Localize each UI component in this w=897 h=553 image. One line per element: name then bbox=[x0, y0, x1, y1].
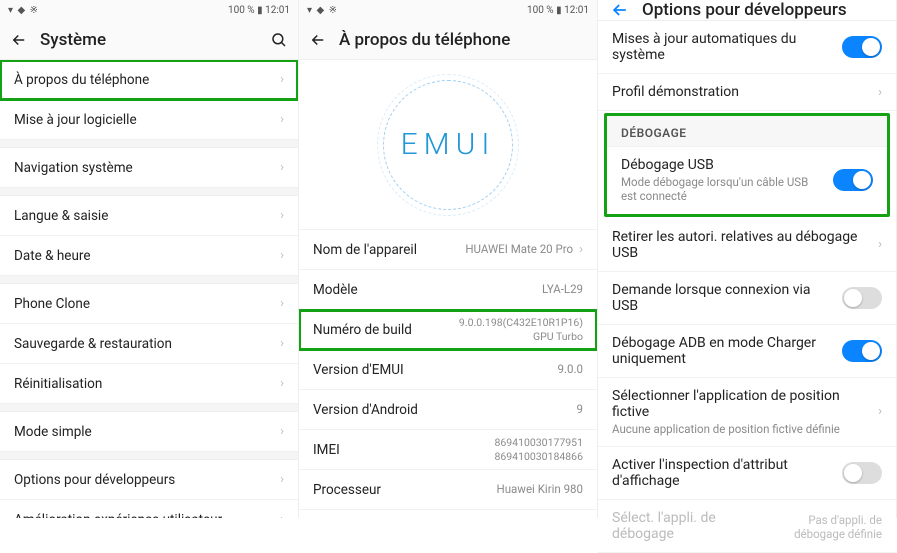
row-usb-debugging[interactable]: Débogage USB Mode débogage lorsqu'un câb… bbox=[607, 147, 887, 214]
section-header-debug: DÉBOGAGE bbox=[607, 116, 887, 147]
row-model: Modèle LYA-L29 bbox=[299, 270, 597, 310]
back-arrow-icon[interactable] bbox=[610, 0, 630, 20]
chevron-right-icon: › bbox=[280, 472, 284, 487]
chevron-right-icon: › bbox=[878, 237, 882, 252]
row-processor: Processeur Huawei Kirin 980 bbox=[299, 470, 597, 510]
toggle-auto-updates[interactable] bbox=[842, 36, 882, 58]
chevron-right-icon: › bbox=[280, 112, 284, 127]
chevron-right-icon: › bbox=[280, 160, 284, 175]
row-adb-charge-only[interactable]: Débogage ADB en mode Charger uniquement bbox=[598, 325, 896, 378]
toggle-view-attr[interactable] bbox=[842, 462, 882, 484]
screen-system: ▾ ◆ ※ 100 % ▮ 12:01 Système À propos du … bbox=[0, 0, 299, 518]
back-arrow-icon[interactable] bbox=[309, 31, 327, 49]
screen-about-phone: ▾ ◆ ※ 100 % ▮ 12:01 À propos du téléphon… bbox=[299, 0, 598, 518]
row-date-time[interactable]: Date & heure› bbox=[0, 236, 298, 276]
row-reset[interactable]: Réinitialisation› bbox=[0, 364, 298, 404]
row-ram: Mémoire RAM 6,0 Go bbox=[299, 510, 597, 518]
chevron-right-icon: › bbox=[280, 424, 284, 439]
emui-logo-area: EMUI bbox=[299, 60, 597, 230]
row-demo-profile[interactable]: Profil démonstration › bbox=[598, 74, 896, 111]
toggle-ask-usb[interactable] bbox=[842, 287, 882, 309]
list-separator bbox=[0, 276, 298, 284]
row-device-name[interactable]: Nom de l'appareil HUAWEI Mate 20 Pro› bbox=[299, 230, 597, 270]
chevron-right-icon: › bbox=[280, 208, 284, 223]
emui-logo-text: EMUI bbox=[401, 127, 496, 162]
row-revoke-usb-auth[interactable]: Retirer les autori. relatives au débogag… bbox=[598, 219, 896, 272]
row-mock-location-app[interactable]: Sélectionner l'application de position f… bbox=[598, 378, 896, 447]
screen-developer-options: Options pour développeurs Mises à jour a… bbox=[598, 0, 897, 518]
status-icons-left: ▾ ◆ ※ bbox=[8, 5, 39, 16]
row-developer-options[interactable]: Options pour développeurs› bbox=[0, 460, 298, 500]
toggle-usb-debug[interactable] bbox=[833, 169, 873, 191]
row-simple-mode[interactable]: Mode simple› bbox=[0, 412, 298, 452]
header: À propos du téléphone bbox=[299, 20, 597, 60]
chevron-right-icon: › bbox=[280, 336, 284, 351]
row-phone-clone[interactable]: Phone Clone› bbox=[0, 284, 298, 324]
chevron-right-icon: › bbox=[878, 404, 882, 419]
page-title: Options pour développeurs bbox=[642, 0, 847, 20]
row-imei: IMEI 869410030177951 869410030184866 bbox=[299, 430, 597, 470]
row-android-version: Version d'Android 9 bbox=[299, 390, 597, 430]
row-software-update[interactable]: Mise à jour logicielle› bbox=[0, 100, 298, 140]
header: Système bbox=[0, 20, 298, 60]
emui-circle: EMUI bbox=[383, 80, 513, 210]
page-title: À propos du téléphone bbox=[339, 30, 587, 50]
list-separator bbox=[0, 140, 298, 148]
status-bar: ▾ ◆ ※ 100 % ▮ 12:01 bbox=[299, 0, 597, 20]
header: Options pour développeurs bbox=[598, 0, 896, 21]
chevron-right-icon: › bbox=[280, 296, 284, 311]
row-system-navigation[interactable]: Navigation système› bbox=[0, 148, 298, 188]
list-separator bbox=[0, 404, 298, 412]
row-select-debug-app: Sélect. l'appli. de débogage Pas d'appli… bbox=[598, 500, 896, 553]
row-emui-version: Version d'EMUI 9.0.0 bbox=[299, 350, 597, 390]
row-user-experience[interactable]: Amélioration expérience utilisateur› bbox=[0, 500, 298, 518]
search-icon[interactable] bbox=[270, 31, 288, 49]
chevron-right-icon: › bbox=[280, 248, 284, 263]
chevron-right-icon: › bbox=[280, 376, 284, 391]
chevron-right-icon: › bbox=[878, 85, 882, 100]
back-arrow-icon[interactable] bbox=[10, 31, 28, 49]
list-separator bbox=[0, 452, 298, 460]
toggle-adb-charge[interactable] bbox=[842, 340, 882, 362]
page-title: Système bbox=[40, 30, 258, 50]
chevron-right-icon: › bbox=[280, 72, 284, 87]
row-language-input[interactable]: Langue & saisie› bbox=[0, 196, 298, 236]
row-auto-system-updates[interactable]: Mises à jour automatiques du système bbox=[598, 21, 896, 74]
chevron-right-icon: › bbox=[579, 242, 583, 257]
about-list: Nom de l'appareil HUAWEI Mate 20 Pro› Mo… bbox=[299, 230, 597, 518]
highlight-usb-debug-section: DÉBOGAGE Débogage USB Mode débogage lors… bbox=[604, 113, 890, 217]
settings-list: À propos du téléphone› Mise à jour logic… bbox=[0, 60, 298, 518]
list-separator bbox=[0, 188, 298, 196]
status-right: 100 % ▮ 12:01 bbox=[228, 5, 290, 16]
row-ask-on-usb-connect[interactable]: Demande lorsque connexion via USB bbox=[598, 272, 896, 325]
row-about-phone[interactable]: À propos du téléphone› bbox=[0, 60, 298, 100]
status-bar: ▾ ◆ ※ 100 % ▮ 12:01 bbox=[0, 0, 298, 20]
chevron-right-icon: › bbox=[280, 512, 284, 518]
row-view-attribute-inspection[interactable]: Activer l'inspection d'attribut d'affich… bbox=[598, 447, 896, 500]
status-right: 100 % ▮ 12:01 bbox=[527, 5, 589, 16]
status-icons-left: ▾ ◆ ※ bbox=[307, 5, 338, 16]
row-build-number[interactable]: Numéro de build 9.0.0.198(C432E10R1P16) … bbox=[299, 310, 597, 350]
row-backup-restore[interactable]: Sauvegarde & restauration› bbox=[0, 324, 298, 364]
